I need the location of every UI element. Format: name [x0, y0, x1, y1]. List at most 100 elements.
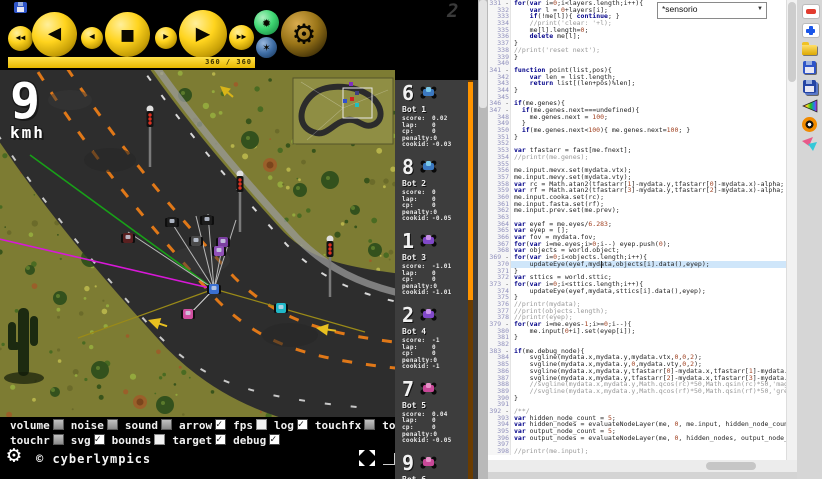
code-line-338[interactable]: 338//print('reset next'); — [488, 47, 786, 54]
stop-button[interactable]: ■ — [105, 12, 150, 57]
settings-gear-button[interactable]: ⚙ — [281, 11, 327, 57]
code-line-389[interactable]: 389 //svgline(mydata.x,mydata.y,Math.qco… — [488, 388, 786, 395]
play-reverse-button[interactable]: ◀ — [32, 12, 77, 57]
turbo-spinner-button-glyph: ✹ — [262, 13, 271, 31]
step-forward-button[interactable]: ▶ — [155, 27, 177, 49]
speed-display: 9 kmh — [10, 76, 45, 140]
game-viewport[interactable]: 9 kmh — [0, 70, 395, 417]
bot-scrollbar-thumb[interactable] — [468, 82, 473, 300]
game-bot — [165, 217, 179, 227]
progress-bar[interactable]: 360 / 360 — [8, 57, 255, 68]
toggle-checkbox-arrow[interactable] — [215, 419, 226, 430]
toggle-checkbox-sound[interactable] — [161, 419, 172, 430]
open-folder-icon[interactable] — [801, 41, 819, 57]
bot-stat-cookid: cookid:-0.05 — [402, 216, 468, 223]
save-all-icon[interactable] — [801, 79, 819, 95]
toggle-checkbox-debug[interactable] — [269, 434, 280, 445]
step-back-button[interactable]: ◀ — [81, 27, 103, 49]
splitter-thumb[interactable] — [479, 0, 487, 108]
fullscreen-icon[interactable] — [358, 449, 376, 467]
bot-name: Bot 5 — [402, 401, 468, 410]
bot-stat-cookid: cookid:-1.01 — [402, 290, 468, 297]
code-line-343[interactable]: 343 return list[(len+pos)%len]; — [488, 80, 786, 87]
code-line-339[interactable]: 339} — [488, 54, 786, 61]
resize-corner[interactable] — [383, 453, 395, 465]
toggle-checkbox-fps[interactable] — [256, 419, 267, 430]
effects-star-button[interactable]: ✶ — [256, 37, 277, 58]
code-line-370[interactable]: 370 updateEye(eyef,mydata,objects[i].dat… — [488, 261, 786, 268]
rewind-button[interactable]: ◀◀ — [8, 26, 33, 51]
game-bot — [181, 309, 195, 319]
toggle-checkbox-touchfx[interactable] — [364, 419, 375, 430]
bot-entry[interactable]: 7 Bot 5 score:0.04 lap:0 cp:0 penalty:0 … — [395, 376, 478, 450]
toggle-checkbox-svg[interactable] — [94, 434, 105, 445]
line-number[interactable]: 398 — [488, 448, 511, 455]
floppy-save-icon[interactable] — [14, 2, 27, 13]
fast-forward-button[interactable]: ▶▶ — [229, 25, 254, 50]
script-selector-value: *sensorio — [662, 4, 697, 14]
editor-toolbar-strip — [797, 0, 822, 479]
game-scene — [0, 70, 395, 417]
code-line-350[interactable]: 350 if(me.genes.next<100){ me.genes.next… — [488, 127, 786, 134]
color-pointer-icon[interactable] — [801, 98, 819, 114]
code-editor[interactable]: 331 -for(var i=0;i<layers.length;i++){33… — [488, 0, 786, 460]
bot-entry[interactable]: 6 Bot 1 score:0.02 lap:0 cp:0 penalty:0 … — [395, 80, 478, 154]
minimap[interactable] — [293, 78, 393, 144]
scene-pointer-icon[interactable] — [801, 136, 819, 152]
script-selector[interactable]: ▼ *sensorio — [657, 2, 767, 19]
minimap-bot-dot — [355, 91, 359, 95]
record-eye-icon[interactable] — [801, 117, 819, 133]
bot-name: Bot 6 — [402, 475, 468, 479]
panel-splitter[interactable] — [478, 0, 488, 479]
bot-entry[interactable]: 9 Bot 6 score:-9 lap:0 cp:0 penalty:0 co… — [395, 450, 478, 479]
footer-bar: volumenoisesoundarrowfpslogtouchfxtouchf… — [0, 417, 395, 479]
turbo-spinner-button[interactable]: ✹ — [254, 10, 279, 35]
effects-star-button-glyph: ✶ — [263, 40, 270, 54]
toggle-label-debug: debug — [233, 434, 266, 447]
editor-vscroll-thumb[interactable] — [788, 2, 796, 82]
bot-entry[interactable]: 8 Bot 2 score:0 lap:0 cp:0 penalty:0 coo… — [395, 154, 478, 228]
code-line-354[interactable]: 354//printr(me.genes); — [488, 154, 786, 161]
bot-rank: 6 — [402, 85, 414, 102]
code-line-398[interactable]: 398//printr(me.input); — [488, 448, 786, 455]
code-line-396[interactable]: 396var output_nodes = evaluateNodeLayer(… — [488, 435, 786, 442]
code-line-336[interactable]: 336 delete me[l]; — [488, 33, 786, 40]
code-line-362[interactable]: 362me.input.prev.set(me.prev); — [488, 207, 786, 214]
remove-icon[interactable] — [801, 3, 819, 19]
toggle-label-svg: svg — [71, 434, 91, 447]
code-line-380[interactable]: 380 me.input[0+i].set(eyep[i]); — [488, 328, 786, 335]
bot-stat-cookid: cookid:-1 — [402, 364, 468, 371]
code-line-374[interactable]: 374 updateEye(eyef,mydata,sttics[i].data… — [488, 288, 786, 295]
toggle-checkbox-noise[interactable] — [107, 419, 118, 430]
editor-horizontal-scrollbar[interactable] — [488, 460, 797, 472]
play-reverse-button-glyph: ◀ — [48, 21, 61, 46]
editor-hscroll-thumb[interactable] — [706, 462, 756, 470]
game-bot — [216, 237, 230, 247]
bot-icon — [419, 85, 438, 99]
bot-name: Bot 2 — [402, 179, 468, 188]
save-icon[interactable] — [801, 60, 819, 76]
toggle-label-noise: noise — [71, 419, 104, 432]
toggle-checkbox-log[interactable] — [297, 419, 308, 430]
game-bot — [121, 233, 135, 243]
bot-stat-cookid: cookid:-0.03 — [402, 142, 468, 149]
code-line-348[interactable]: 348 me.genes.next = 100; — [488, 114, 786, 121]
toggle-label-touchfx: touchfx — [315, 419, 361, 432]
add-icon[interactable] — [801, 22, 819, 38]
bot-scrollbar[interactable] — [468, 80, 473, 479]
bot-entry[interactable]: 1 Bot 3 score:-1.01 lap:0 cp:0 penalty:0… — [395, 228, 478, 302]
code-line-381[interactable]: 381} — [488, 334, 786, 341]
code-line-344[interactable]: 344} — [488, 87, 786, 94]
bot-entry[interactable]: 2 Bot 4 score:-1 lap:0 cp:0 penalty:0 co… — [395, 302, 478, 376]
play-button[interactable]: ▶ — [179, 10, 227, 58]
toggle-checkbox-touchr[interactable] — [53, 434, 64, 445]
code-line-391[interactable]: 391 — [488, 401, 786, 408]
code-line-351[interactable]: 351} — [488, 134, 786, 141]
toggle-checkbox-volume[interactable] — [53, 419, 64, 430]
code-line-390[interactable]: 390} — [488, 395, 786, 402]
toggle-checkbox-target[interactable] — [215, 434, 226, 445]
text-caret — [601, 261, 602, 268]
footer-gear-icon[interactable]: ⚙ — [7, 443, 21, 467]
bot-icon — [419, 159, 438, 173]
toggle-checkbox-bounds[interactable] — [154, 434, 165, 445]
